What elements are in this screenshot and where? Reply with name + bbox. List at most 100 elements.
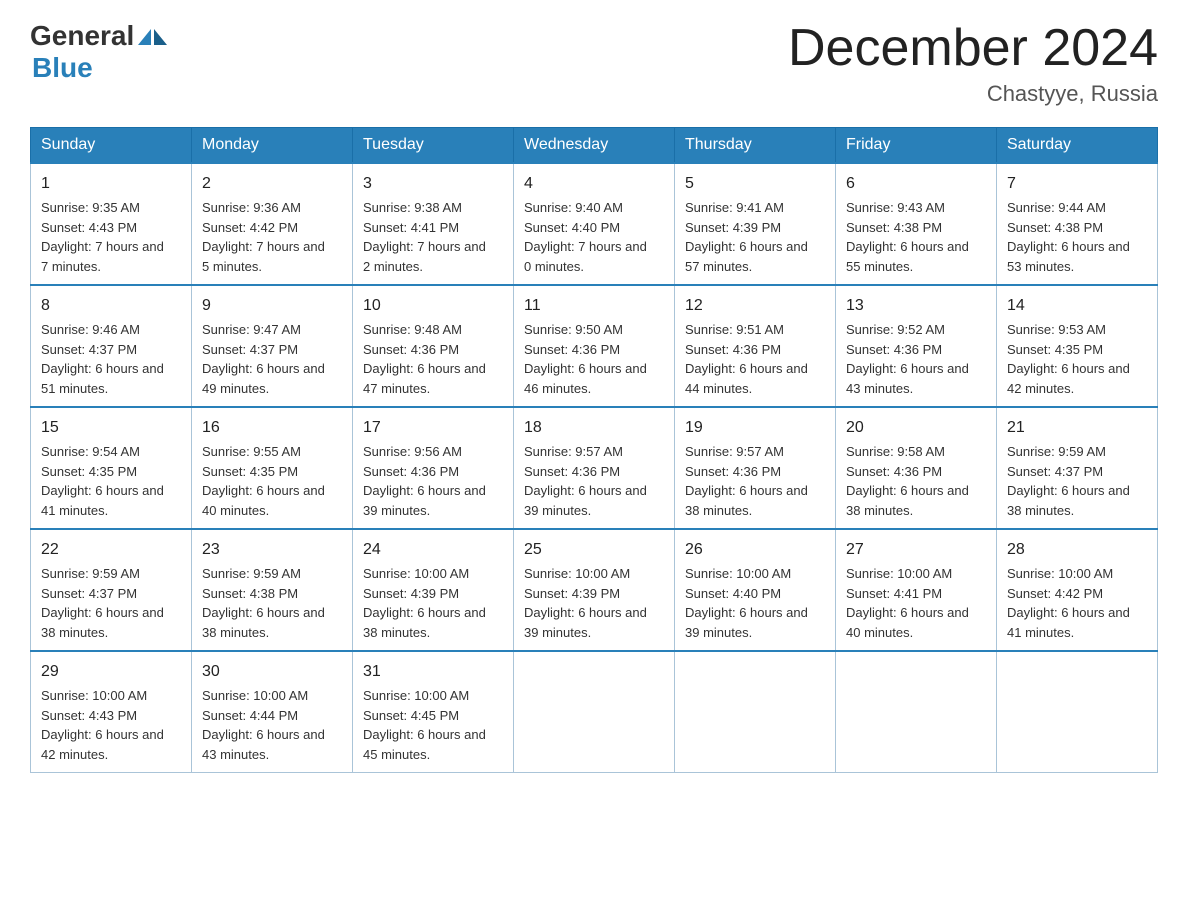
cell-week3-day2: 17 Sunrise: 9:56 AM Sunset: 4:36 PM Dayl… — [353, 407, 514, 529]
sunset-info: Sunset: 4:43 PM — [41, 220, 137, 235]
sunrise-info: Sunrise: 9:44 AM — [1007, 200, 1106, 215]
daylight-info: Daylight: 7 hours and2 minutes. — [363, 239, 486, 274]
sunset-info: Sunset: 4:44 PM — [202, 708, 298, 723]
week-row-1: 1 Sunrise: 9:35 AM Sunset: 4:43 PM Dayli… — [31, 163, 1158, 285]
sunrise-info: Sunrise: 9:59 AM — [41, 566, 140, 581]
day-number: 20 — [846, 416, 986, 440]
cell-week4-day5: 27 Sunrise: 10:00 AM Sunset: 4:41 PM Day… — [836, 529, 997, 651]
daylight-info: Daylight: 6 hours and49 minutes. — [202, 361, 325, 396]
sunrise-info: Sunrise: 9:46 AM — [41, 322, 140, 337]
day-number: 11 — [524, 294, 664, 318]
sunset-info: Sunset: 4:35 PM — [1007, 342, 1103, 357]
sunset-info: Sunset: 4:35 PM — [202, 464, 298, 479]
sunset-info: Sunset: 4:36 PM — [685, 464, 781, 479]
sunrise-info: Sunrise: 10:00 AM — [363, 566, 469, 581]
daylight-info: Daylight: 6 hours and39 minutes. — [363, 483, 486, 518]
day-number: 12 — [685, 294, 825, 318]
cell-week5-day1: 30 Sunrise: 10:00 AM Sunset: 4:44 PM Day… — [192, 651, 353, 773]
sunrise-info: Sunrise: 9:48 AM — [363, 322, 462, 337]
cell-week1-day3: 4 Sunrise: 9:40 AM Sunset: 4:40 PM Dayli… — [514, 163, 675, 285]
cell-week5-day5 — [836, 651, 997, 773]
sunrise-info: Sunrise: 9:52 AM — [846, 322, 945, 337]
daylight-info: Daylight: 6 hours and47 minutes. — [363, 361, 486, 396]
month-title: December 2024 — [788, 20, 1158, 77]
sunrise-info: Sunrise: 9:55 AM — [202, 444, 301, 459]
cell-week2-day2: 10 Sunrise: 9:48 AM Sunset: 4:36 PM Dayl… — [353, 285, 514, 407]
sunrise-info: Sunrise: 9:50 AM — [524, 322, 623, 337]
header-monday: Monday — [192, 128, 353, 164]
sunrise-info: Sunrise: 9:57 AM — [685, 444, 784, 459]
cell-week2-day3: 11 Sunrise: 9:50 AM Sunset: 4:36 PM Dayl… — [514, 285, 675, 407]
week-row-4: 22 Sunrise: 9:59 AM Sunset: 4:37 PM Dayl… — [31, 529, 1158, 651]
sunset-info: Sunset: 4:45 PM — [363, 708, 459, 723]
sunrise-info: Sunrise: 9:57 AM — [524, 444, 623, 459]
sunrise-info: Sunrise: 10:00 AM — [363, 688, 469, 703]
sunset-info: Sunset: 4:36 PM — [846, 342, 942, 357]
day-number: 19 — [685, 416, 825, 440]
day-number: 1 — [41, 172, 181, 196]
header-sunday: Sunday — [31, 128, 192, 164]
sunrise-info: Sunrise: 9:58 AM — [846, 444, 945, 459]
day-number: 17 — [363, 416, 503, 440]
sunrise-info: Sunrise: 9:56 AM — [363, 444, 462, 459]
daylight-info: Daylight: 6 hours and55 minutes. — [846, 239, 969, 274]
day-number: 29 — [41, 660, 181, 684]
sunset-info: Sunset: 4:38 PM — [202, 586, 298, 601]
sunrise-info: Sunrise: 10:00 AM — [846, 566, 952, 581]
daylight-info: Daylight: 6 hours and38 minutes. — [1007, 483, 1130, 518]
daylight-info: Daylight: 6 hours and41 minutes. — [41, 483, 164, 518]
sunrise-info: Sunrise: 10:00 AM — [41, 688, 147, 703]
daylight-info: Daylight: 6 hours and41 minutes. — [1007, 605, 1130, 640]
sunset-info: Sunset: 4:39 PM — [685, 220, 781, 235]
header-wednesday: Wednesday — [514, 128, 675, 164]
sunrise-info: Sunrise: 9:38 AM — [363, 200, 462, 215]
sunset-info: Sunset: 4:36 PM — [846, 464, 942, 479]
cell-week1-day6: 7 Sunrise: 9:44 AM Sunset: 4:38 PM Dayli… — [997, 163, 1158, 285]
cell-week4-day3: 25 Sunrise: 10:00 AM Sunset: 4:39 PM Day… — [514, 529, 675, 651]
sunset-info: Sunset: 4:40 PM — [524, 220, 620, 235]
daylight-info: Daylight: 6 hours and43 minutes. — [202, 727, 325, 762]
header-thursday: Thursday — [675, 128, 836, 164]
daylight-info: Daylight: 6 hours and53 minutes. — [1007, 239, 1130, 274]
cell-week1-day4: 5 Sunrise: 9:41 AM Sunset: 4:39 PM Dayli… — [675, 163, 836, 285]
sunset-info: Sunset: 4:41 PM — [846, 586, 942, 601]
daylight-info: Daylight: 6 hours and38 minutes. — [846, 483, 969, 518]
daylight-info: Daylight: 6 hours and40 minutes. — [202, 483, 325, 518]
logo: General Blue — [30, 20, 167, 84]
day-number: 4 — [524, 172, 664, 196]
sunset-info: Sunset: 4:35 PM — [41, 464, 137, 479]
daylight-info: Daylight: 6 hours and38 minutes. — [363, 605, 486, 640]
cell-week4-day1: 23 Sunrise: 9:59 AM Sunset: 4:38 PM Dayl… — [192, 529, 353, 651]
cell-week3-day1: 16 Sunrise: 9:55 AM Sunset: 4:35 PM Dayl… — [192, 407, 353, 529]
sunrise-info: Sunrise: 9:53 AM — [1007, 322, 1106, 337]
page-header: General Blue December 2024 Chastyye, Rus… — [30, 20, 1158, 107]
cell-week1-day0: 1 Sunrise: 9:35 AM Sunset: 4:43 PM Dayli… — [31, 163, 192, 285]
sunset-info: Sunset: 4:37 PM — [41, 342, 137, 357]
sunset-info: Sunset: 4:36 PM — [524, 464, 620, 479]
day-number: 31 — [363, 660, 503, 684]
daylight-info: Daylight: 7 hours and5 minutes. — [202, 239, 325, 274]
daylight-info: Daylight: 6 hours and44 minutes. — [685, 361, 808, 396]
cell-week2-day4: 12 Sunrise: 9:51 AM Sunset: 4:36 PM Dayl… — [675, 285, 836, 407]
daylight-info: Daylight: 6 hours and42 minutes. — [1007, 361, 1130, 396]
daylight-info: Daylight: 6 hours and45 minutes. — [363, 727, 486, 762]
day-number: 28 — [1007, 538, 1147, 562]
daylight-info: Daylight: 6 hours and38 minutes. — [41, 605, 164, 640]
week-row-5: 29 Sunrise: 10:00 AM Sunset: 4:43 PM Day… — [31, 651, 1158, 773]
sunrise-info: Sunrise: 10:00 AM — [685, 566, 791, 581]
sunset-info: Sunset: 4:39 PM — [363, 586, 459, 601]
day-number: 8 — [41, 294, 181, 318]
day-number: 10 — [363, 294, 503, 318]
cell-week2-day1: 9 Sunrise: 9:47 AM Sunset: 4:37 PM Dayli… — [192, 285, 353, 407]
sunset-info: Sunset: 4:38 PM — [1007, 220, 1103, 235]
sunrise-info: Sunrise: 10:00 AM — [202, 688, 308, 703]
daylight-info: Daylight: 6 hours and39 minutes. — [524, 483, 647, 518]
location: Chastyye, Russia — [788, 81, 1158, 107]
day-number: 24 — [363, 538, 503, 562]
daylight-info: Daylight: 6 hours and39 minutes. — [685, 605, 808, 640]
day-number: 30 — [202, 660, 342, 684]
sunset-info: Sunset: 4:36 PM — [363, 464, 459, 479]
cell-week4-day4: 26 Sunrise: 10:00 AM Sunset: 4:40 PM Day… — [675, 529, 836, 651]
header-tuesday: Tuesday — [353, 128, 514, 164]
cell-week3-day4: 19 Sunrise: 9:57 AM Sunset: 4:36 PM Dayl… — [675, 407, 836, 529]
